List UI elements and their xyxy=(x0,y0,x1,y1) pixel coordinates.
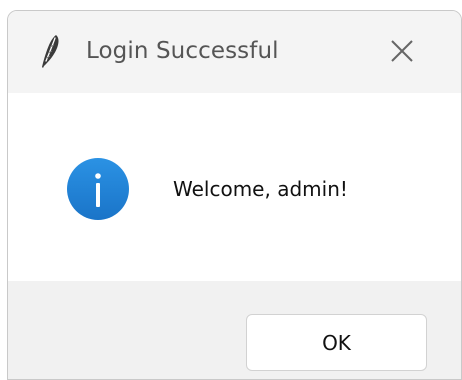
dialog-footer: OK xyxy=(8,281,461,379)
dialog-title: Login Successful xyxy=(86,38,279,64)
message-dialog: Login Successful Welcome, admin! OK xyxy=(7,10,462,380)
dialog-content: Welcome, admin! xyxy=(8,93,461,281)
dialog-message: Welcome, admin! xyxy=(173,177,348,201)
dialog-titlebar[interactable]: Login Successful xyxy=(8,11,461,93)
close-icon[interactable] xyxy=(378,31,426,71)
feather-icon xyxy=(42,35,59,68)
screen: Login Successful Welcome, admin! OK xyxy=(0,0,462,380)
window-edge xyxy=(0,10,7,380)
ok-button[interactable]: OK xyxy=(246,314,427,371)
info-icon xyxy=(67,158,129,220)
